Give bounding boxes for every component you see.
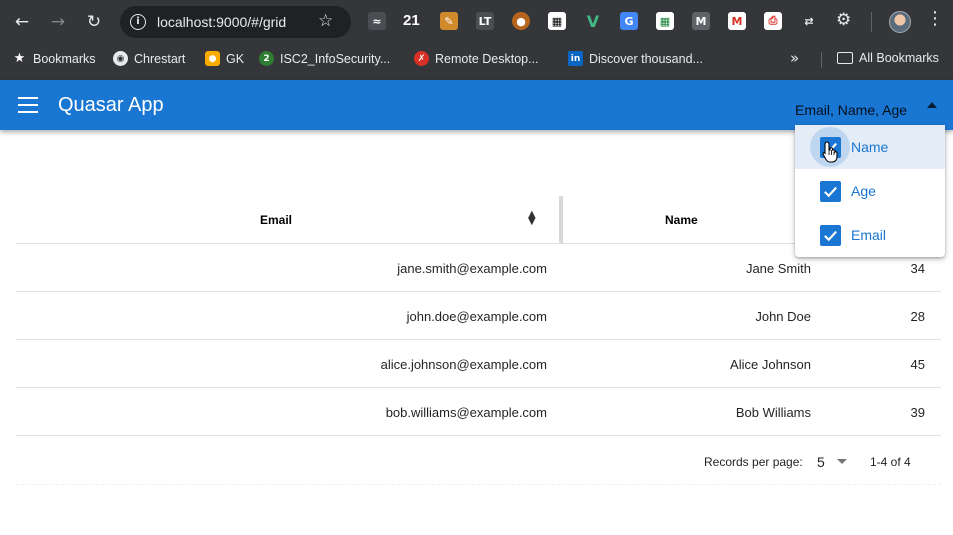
menu-option-label: Age — [851, 183, 876, 199]
bookmark-item-chrestart[interactable]: ◉ Chrestart — [113, 51, 185, 66]
cell-email: jane.smith@example.com — [397, 261, 547, 276]
linkedin-icon: in — [568, 51, 583, 66]
bookmarks-divider — [821, 52, 822, 68]
bookmarks-overflow-icon[interactable]: » — [790, 49, 799, 67]
records-per-page-select[interactable]: 5 — [817, 454, 825, 470]
bookmark-label: Discover thousand... — [589, 51, 703, 66]
cell-email: john.doe@example.com — [406, 309, 547, 324]
forward-icon[interactable]: → — [44, 8, 72, 36]
checkbox-checked-icon[interactable] — [820, 225, 841, 246]
bookmarks-bar: ★ Bookmarks ◉ Chrestart ● GK 2 ISC2_Info… — [0, 44, 953, 74]
extensions-puzzle-icon[interactable]: ⚙ — [836, 10, 851, 30]
bookmark-item-bookmarks[interactable]: ★ Bookmarks — [12, 51, 96, 66]
browser-toolbar: ← → ↻ i localhost:9000/#/grid ☆ ≈ 21 ✎ L… — [0, 0, 953, 44]
extension-chart-icon[interactable]: ≈ — [368, 12, 386, 30]
isc2-icon: 2 — [259, 51, 274, 66]
extension-arrows-icon[interactable]: ⇄ — [800, 12, 818, 30]
extension-qr-icon[interactable]: ▦ — [548, 12, 566, 30]
bookmark-label: Chrestart — [134, 51, 186, 66]
table-pagination: Records per page: 5 1-4 of 4 — [16, 437, 941, 485]
menu-icon[interactable] — [18, 97, 38, 113]
extension-pencil-icon[interactable]: ✎ — [440, 12, 458, 30]
bulb-icon: ● — [205, 51, 220, 66]
extension-badge[interactable]: 21 — [403, 12, 420, 29]
column-select-menu: Name Age Email — [795, 125, 945, 257]
cell-name: Alice Johnson — [730, 357, 811, 372]
bookmark-item-remote-desktop[interactable]: ✗ Remote Desktop... — [414, 51, 539, 66]
globe-icon: ◉ — [113, 51, 128, 66]
site-info-icon[interactable]: i — [130, 14, 146, 30]
url-text[interactable]: localhost:9000/#/grid — [157, 14, 286, 30]
bookmark-star-icon[interactable]: ☆ — [318, 11, 333, 31]
pagination-range: 1-4 of 4 — [870, 455, 911, 469]
browser-menu-icon[interactable]: ⋮ — [926, 8, 944, 29]
menu-option-age[interactable]: Age — [795, 169, 945, 213]
cell-age: 45 — [910, 357, 925, 372]
bookmark-item-isc2[interactable]: 2 ISC2_InfoSecurity... — [259, 51, 390, 66]
menu-option-label: Email — [851, 227, 887, 243]
bookmark-label: GK — [226, 51, 245, 66]
back-icon[interactable]: ← — [8, 8, 36, 36]
column-resize-handle[interactable] — [559, 196, 563, 243]
extension-print-icon[interactable]: ⎙ — [764, 12, 782, 30]
browser-chrome: ← → ↻ i localhost:9000/#/grid ☆ ≈ 21 ✎ L… — [0, 0, 953, 80]
hand-cursor-icon — [822, 141, 838, 163]
extension-sheets-icon[interactable]: ▦ — [656, 12, 674, 30]
toolbar-divider — [871, 12, 872, 32]
bookmark-label: ISC2_InfoSecurity... — [280, 51, 391, 66]
cell-age: 28 — [910, 309, 925, 324]
profile-avatar[interactable] — [889, 11, 911, 33]
cell-age: 39 — [910, 405, 925, 420]
app-header: Quasar App Email, Name, Age — [0, 80, 953, 130]
chevron-down-icon[interactable] — [837, 459, 847, 464]
all-bookmarks[interactable]: All Bookmarks — [837, 51, 939, 65]
cell-name: John Doe — [755, 309, 811, 324]
reload-icon[interactable]: ↻ — [80, 8, 108, 36]
extension-vue-icon[interactable]: V — [584, 12, 602, 31]
extension-translate-icon[interactable]: G — [620, 12, 638, 30]
all-bookmarks-label: All Bookmarks — [859, 51, 939, 65]
bookmark-item-discover[interactable]: in Discover thousand... — [568, 51, 703, 66]
column-header-name[interactable]: Name — [665, 213, 698, 227]
records-per-page-label: Records per page: — [704, 455, 803, 469]
bookmark-item-gk[interactable]: ● GK — [205, 51, 244, 66]
address-bar[interactable]: i localhost:9000/#/grid ☆ — [120, 6, 351, 38]
column-select[interactable]: Email, Name, Age — [795, 102, 907, 118]
extension-m-icon[interactable]: M — [692, 12, 710, 30]
cell-age: 34 — [910, 261, 925, 276]
cell-name: Bob Williams — [735, 405, 811, 420]
table-row: bob.williams@example.com Bob Williams 39 — [16, 388, 941, 436]
bookmark-label: Bookmarks — [33, 51, 96, 66]
app-title: Quasar App — [58, 94, 164, 116]
checkbox-checked-icon[interactable] — [820, 181, 841, 202]
dropdown-arrow-icon[interactable] — [927, 102, 937, 108]
menu-option-email[interactable]: Email — [795, 213, 945, 257]
extension-gmail-icon[interactable]: M — [728, 12, 746, 30]
column-header-email[interactable]: Email — [260, 213, 292, 227]
table-row: john.doe@example.com John Doe 28 — [16, 292, 941, 340]
folder-icon — [837, 52, 853, 64]
bookmark-label: Remote Desktop... — [435, 51, 539, 66]
table-row: alice.johnson@example.com Alice Johnson … — [16, 340, 941, 388]
cell-email: alice.johnson@example.com — [380, 357, 547, 372]
cell-name: Jane Smith — [745, 261, 811, 276]
extension-lt-icon[interactable]: LT — [476, 12, 494, 30]
cell-email: bob.williams@example.com — [385, 405, 547, 420]
menu-option-name[interactable]: Name — [795, 125, 945, 169]
menu-option-label: Name — [851, 139, 889, 155]
remote-desktop-icon: ✗ — [414, 51, 429, 66]
extension-ball-icon[interactable]: ● — [512, 12, 530, 30]
sort-icon[interactable]: ▲ ▼ — [528, 210, 536, 227]
star-icon: ★ — [13, 51, 26, 66]
